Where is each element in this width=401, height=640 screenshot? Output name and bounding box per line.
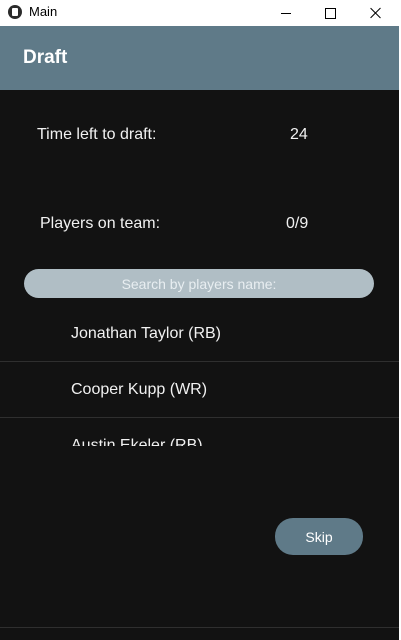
maximize-button[interactable] [308, 0, 352, 26]
page-title: Draft [23, 47, 68, 68]
window-title: Main [29, 4, 58, 19]
list-item[interactable]: Cooper Kupp (WR) [0, 362, 401, 418]
team-count-value: 0/9 [286, 215, 309, 232]
timer-label: Time left to draft: [37, 126, 157, 143]
window-titlebar: Main [0, 0, 401, 26]
close-button[interactable] [354, 0, 398, 26]
list-item[interactable]: Jonathan Taylor (RB) [0, 306, 401, 362]
minimize-button[interactable] [264, 0, 308, 26]
maximize-icon [324, 7, 336, 19]
kivy-icon [8, 5, 22, 19]
app-header: Draft [0, 26, 401, 90]
player-name: Jonathan Taylor (RB) [71, 325, 221, 342]
team-count-label: Players on team: [40, 215, 161, 232]
timer-value: 24 [290, 126, 308, 143]
close-icon [370, 7, 382, 19]
player-list: Jonathan Taylor (RB) Cooper Kupp (WR) Au… [0, 306, 401, 446]
search-box [24, 268, 374, 299]
player-name: Austin Ekeler (RB) [71, 437, 203, 446]
player-name: Cooper Kupp (WR) [71, 381, 208, 398]
list-item[interactable]: Austin Ekeler (RB) [0, 418, 401, 446]
bottom-divider [0, 627, 401, 628]
skip-button[interactable]: Skip [275, 518, 363, 555]
minimize-icon [281, 12, 291, 14]
search-input[interactable] [24, 268, 374, 299]
